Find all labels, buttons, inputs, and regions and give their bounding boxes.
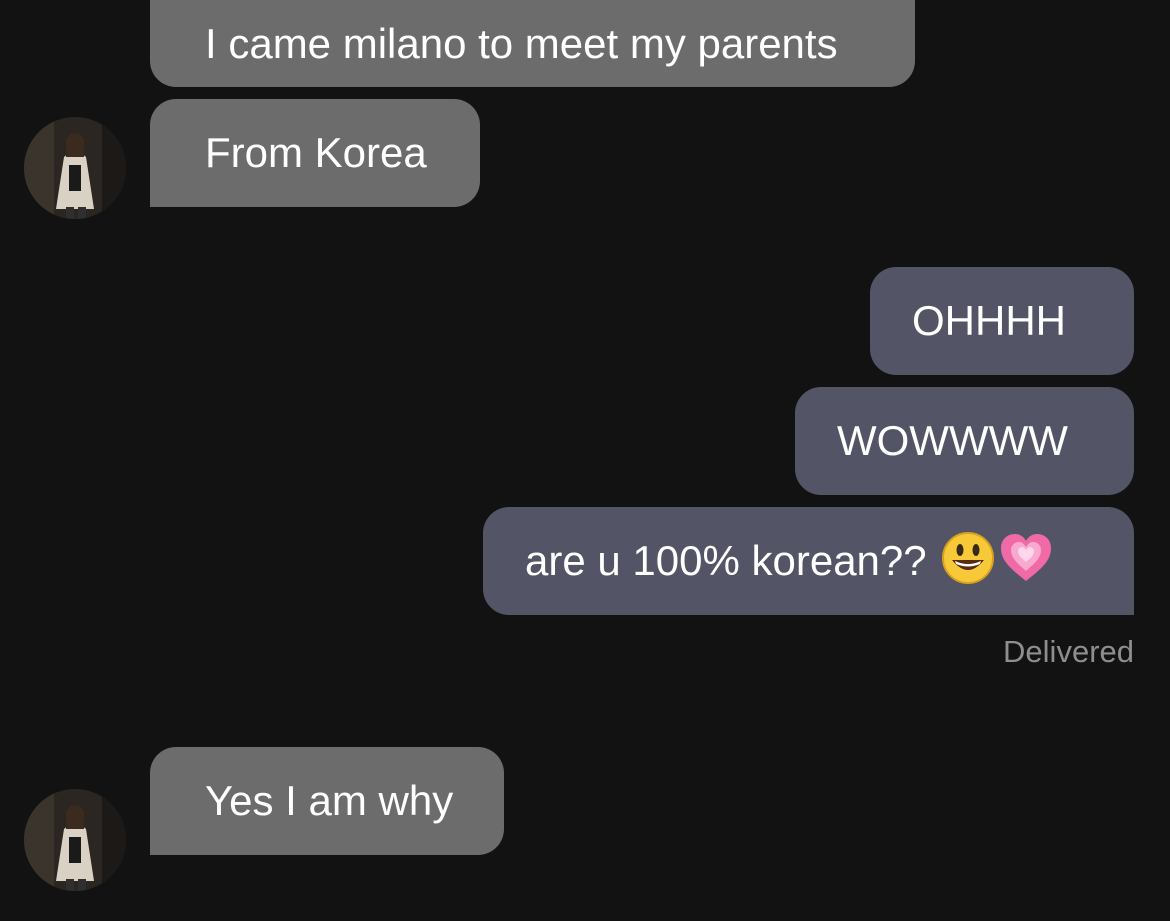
message-bubble-received[interactable]: Yes I am why xyxy=(150,747,504,855)
message-text: OHHHH xyxy=(912,297,1066,344)
message-bubble-sent[interactable]: OHHHH xyxy=(870,267,1134,375)
message-text: are u 100% korean?? xyxy=(525,537,927,584)
message-text: I came milano to meet my parents xyxy=(205,19,838,67)
contact-avatar[interactable] xyxy=(24,789,126,891)
message-bubble-sent[interactable]: are u 100% korean?? xyxy=(483,507,1134,615)
message-bubble-received[interactable]: From Korea xyxy=(150,99,480,207)
growing-heart-emoji-icon xyxy=(999,531,1053,592)
message-text: Yes I am why xyxy=(205,777,454,824)
chat-thread: I came milano to meet my parents From Ko… xyxy=(0,0,1170,921)
message-bubble-sent[interactable]: WOWWWW xyxy=(795,387,1134,495)
contact-photo-icon xyxy=(24,789,126,891)
delivery-status: Delivered xyxy=(1003,634,1134,669)
grinning-face-emoji-icon xyxy=(941,531,995,592)
message-text: From Korea xyxy=(205,129,427,176)
contact-photo-icon xyxy=(24,117,126,219)
contact-avatar[interactable] xyxy=(24,117,126,219)
message-text: WOWWWW xyxy=(837,417,1068,464)
message-bubble-received[interactable]: I came milano to meet my parents xyxy=(150,0,915,87)
